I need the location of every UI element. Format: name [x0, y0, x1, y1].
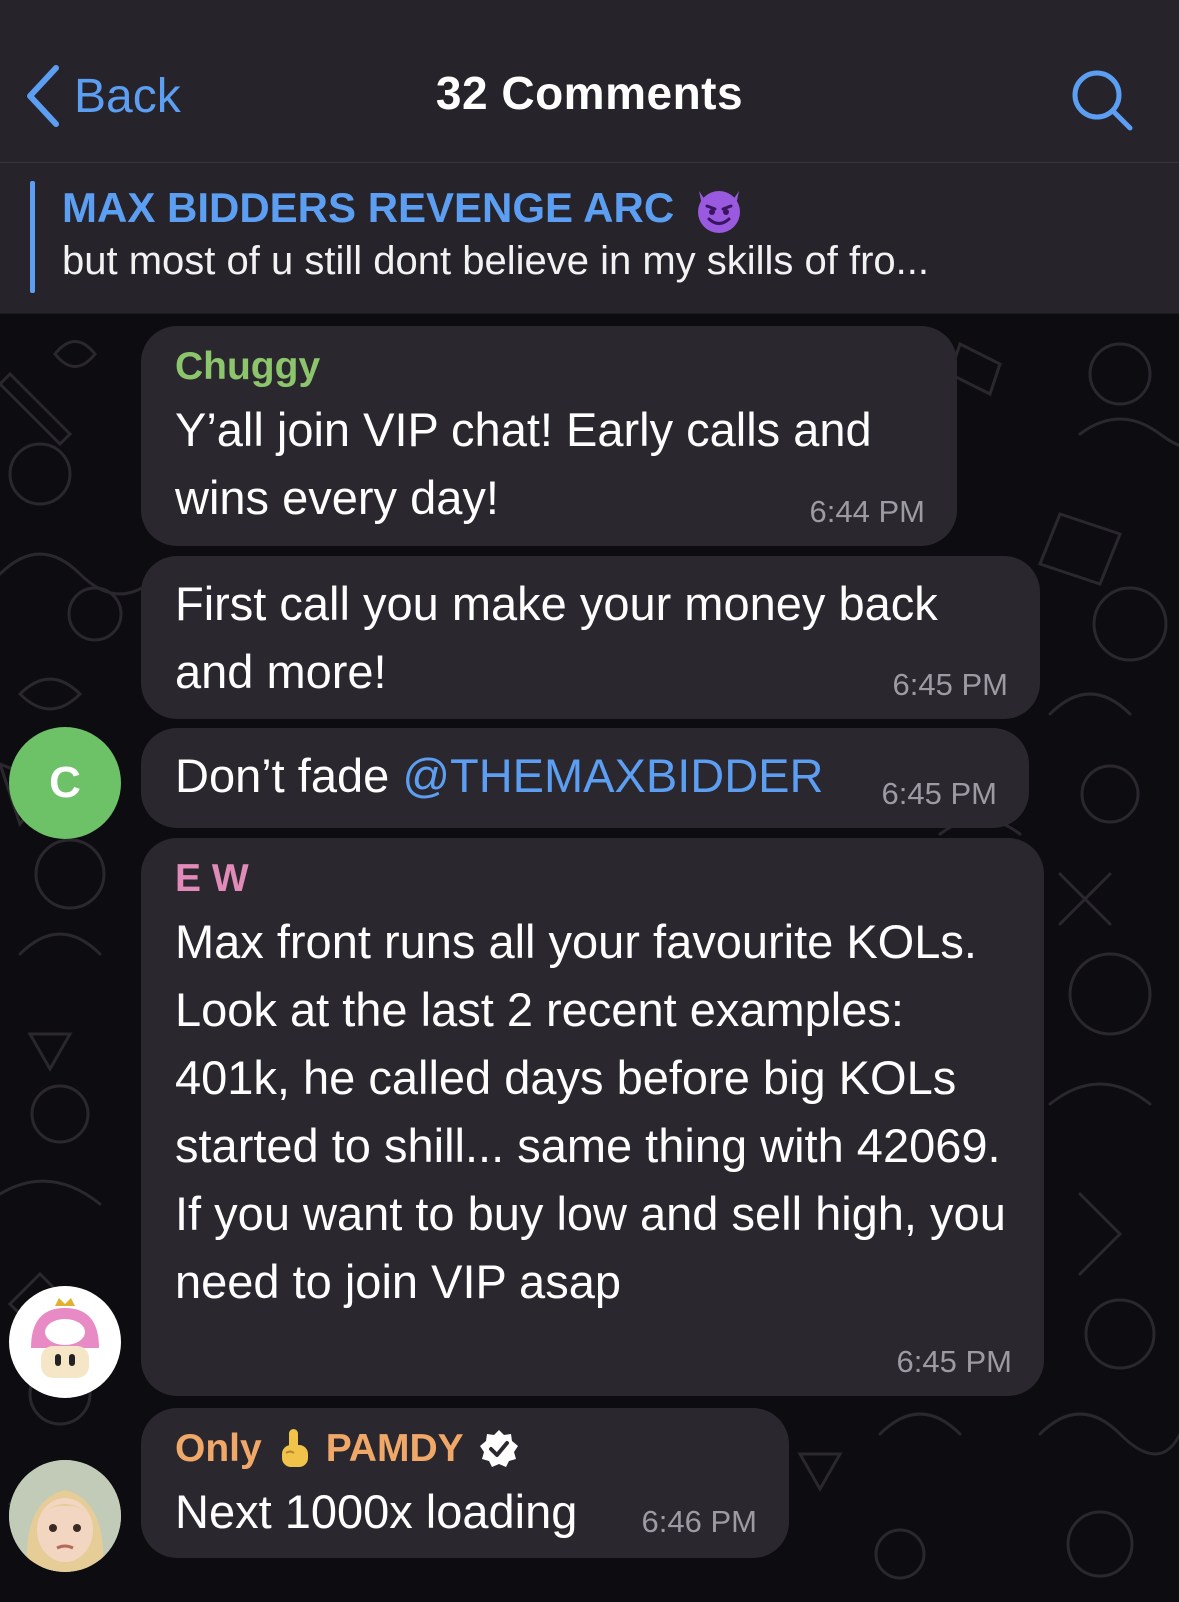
child-photo-avatar[interactable]	[9, 1460, 121, 1572]
sender-name: PAMDY	[325, 1427, 464, 1470]
pinned-accent-bar	[30, 181, 35, 293]
message-text: Max front runs all your favourite KOLs. …	[175, 915, 1006, 1308]
sender-name-prefix: Only	[175, 1427, 262, 1470]
message-time: 6:46 PM	[641, 1504, 757, 1539]
mushroom-avatar-icon[interactable]	[9, 1286, 121, 1398]
message-bubble[interactable]: E W Max front runs all your favourite KO…	[141, 838, 1044, 1396]
pinned-title: MAX BIDDERS REVENGE ARC	[62, 184, 675, 231]
message-time: 6:45 PM	[881, 776, 997, 811]
message-time: 6:45 PM	[896, 1344, 1012, 1379]
message-bubble[interactable]: Chuggy Y’all join VIP chat! Early calls …	[141, 326, 957, 546]
verified-badge-icon	[479, 1430, 518, 1467]
pointing-up-hand-icon	[281, 1429, 308, 1467]
message-text: First call you make your money back and …	[175, 577, 938, 698]
chat-area[interactable]: Chuggy Y’all join VIP chat! Early calls …	[0, 314, 1179, 1602]
pinned-preview-text: but most of u still dont believe in my s…	[62, 239, 930, 283]
page-title: 32 Comments	[435, 67, 744, 119]
sender-name: Chuggy	[175, 345, 321, 388]
avatar[interactable]: C	[9, 727, 121, 839]
search-icon[interactable]	[1068, 66, 1134, 132]
message-text: Don’t fade	[175, 749, 403, 802]
avatar-letter: C	[49, 758, 81, 807]
message-bubble[interactable]: Only PAMDY Next 1000x loading 6:46 PM	[141, 1408, 789, 1558]
header-bar: Back 32 Comments	[0, 0, 1179, 163]
mention-link[interactable]: @THEMAXBIDDER	[402, 749, 823, 802]
message-bubble[interactable]: Don’t fade @THEMAXBIDDER 6:45 PM	[141, 728, 1029, 828]
smiling-devil-icon	[698, 191, 741, 233]
message-bubble[interactable]: First call you make your money back and …	[141, 556, 1040, 719]
message-time: 6:45 PM	[892, 667, 1008, 702]
message-time: 6:44 PM	[809, 494, 925, 529]
sender-name: E W	[175, 857, 249, 900]
pinned-message[interactable]: MAX BIDDERS REVENGE ARC but most of u st…	[0, 163, 1179, 314]
